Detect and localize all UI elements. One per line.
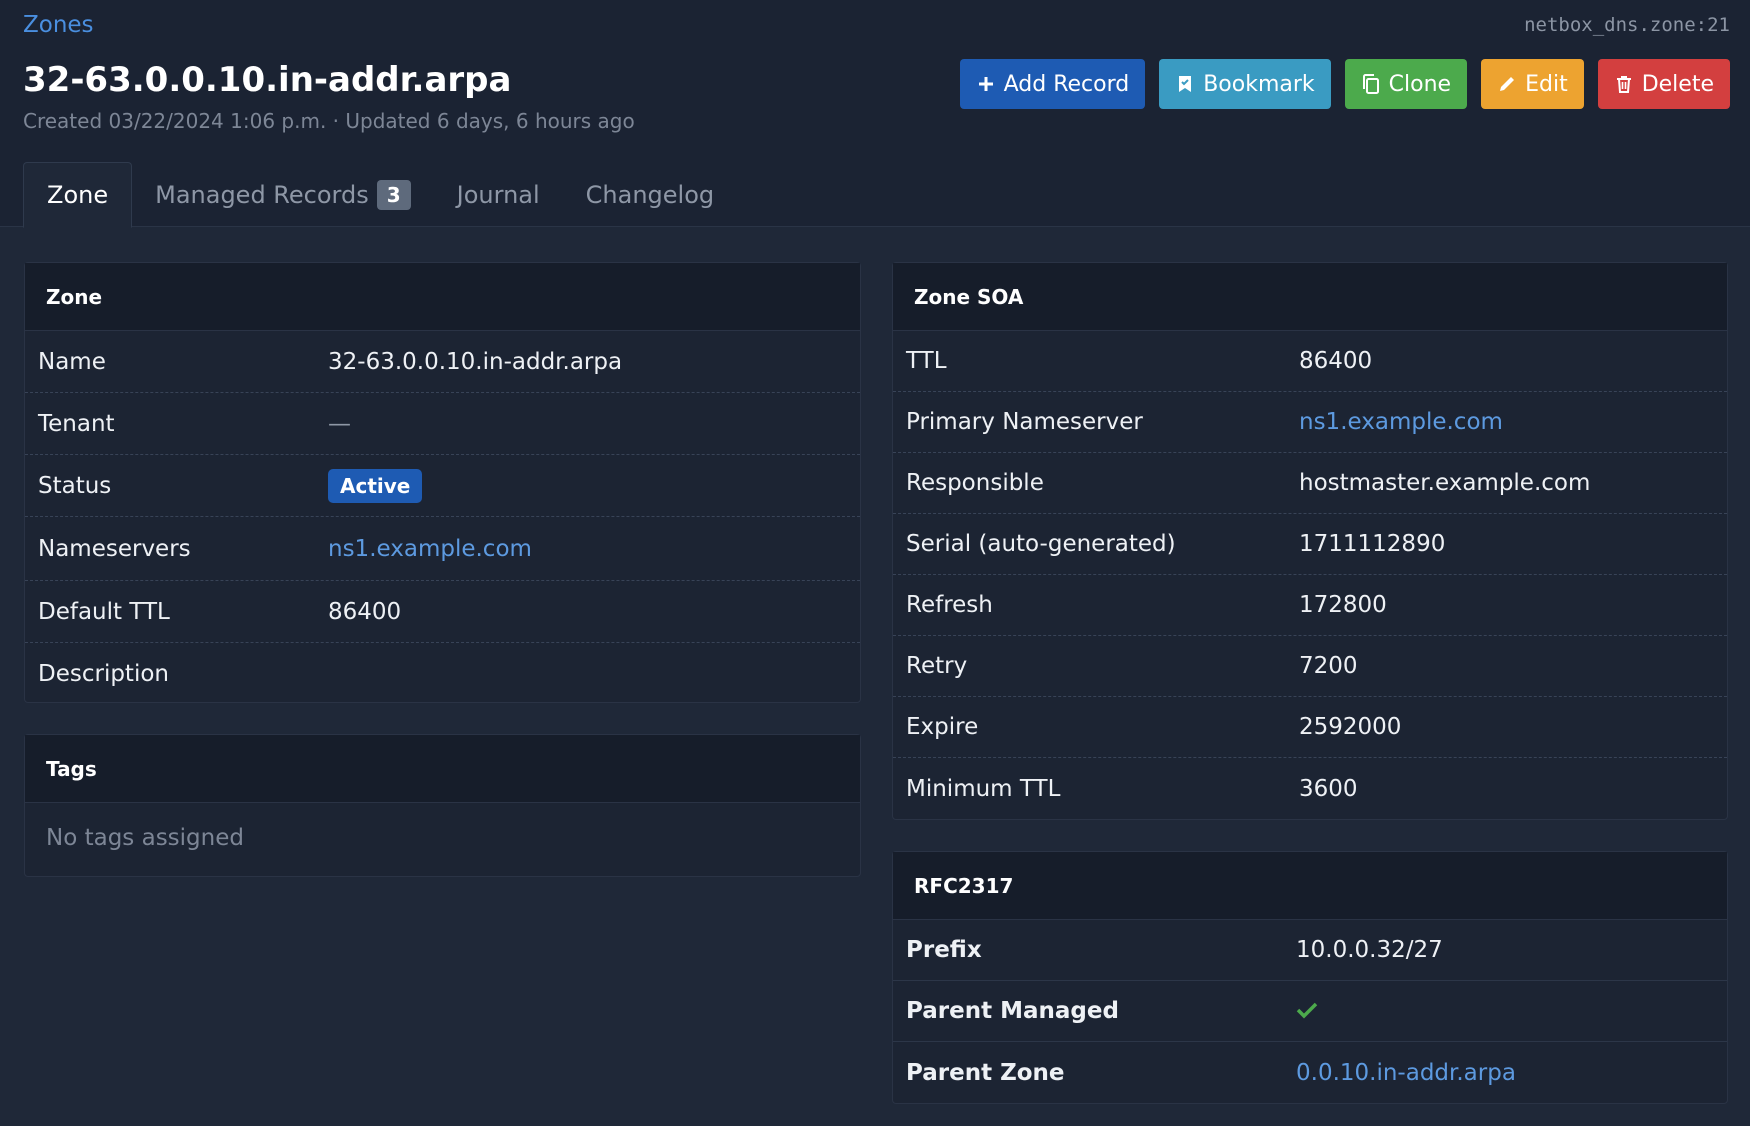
serial-value: 1711112890 xyxy=(1299,531,1446,557)
tenant-value: — xyxy=(328,410,351,437)
soa-row-retry: Retry 7200 xyxy=(893,636,1727,697)
name-value: 32-63.0.0.10.in-addr.arpa xyxy=(328,348,623,375)
rfc2317-card: RFC2317 Prefix 10.0.0.32/27 Parent Manag… xyxy=(892,851,1728,1104)
refresh-value: 172800 xyxy=(1299,592,1387,618)
page-header: Zones netbox_dns.zone:21 32-63.0.0.10.in… xyxy=(0,0,1750,228)
bookmark-button[interactable]: Bookmark xyxy=(1159,59,1331,109)
edit-button[interactable]: Edit xyxy=(1481,59,1584,109)
zone-row-tenant: Tenant — xyxy=(25,393,860,455)
soa-row-serial: Serial (auto-generated) 1711112890 xyxy=(893,514,1727,575)
zone-row-default-ttl: Default TTL 86400 xyxy=(25,581,860,643)
zone-row-nameservers: Nameservers ns1.example.com xyxy=(25,517,860,581)
expire-value: 2592000 xyxy=(1299,714,1402,740)
delete-label: Delete xyxy=(1641,71,1714,97)
tenant-label: Tenant xyxy=(38,410,115,437)
bookmark-icon xyxy=(1175,74,1195,94)
no-tags-text: No tags assigned xyxy=(46,825,244,851)
soa-row-minimum-ttl: Minimum TTL 3600 xyxy=(893,758,1727,819)
retry-value: 7200 xyxy=(1299,653,1358,679)
ttl-value: 86400 xyxy=(1299,348,1373,374)
serial-label: Serial (auto-generated) xyxy=(906,531,1176,557)
rfc2317-card-title: RFC2317 xyxy=(893,852,1727,920)
primary-nameserver-link[interactable]: ns1.example.com xyxy=(1299,409,1503,435)
soa-row-refresh: Refresh 172800 xyxy=(893,575,1727,636)
parent-zone-label: Parent Zone xyxy=(906,1059,1065,1086)
soa-row-responsible: Responsible hostmaster.example.com xyxy=(893,453,1727,514)
clone-label: Clone xyxy=(1388,71,1452,97)
zone-row-description: Description xyxy=(25,643,860,704)
tab-journal[interactable]: Journal xyxy=(434,162,563,227)
responsible-value: hostmaster.example.com xyxy=(1299,470,1591,496)
zone-row-name: Name 32-63.0.0.10.in-addr.arpa xyxy=(25,331,860,393)
responsible-label: Responsible xyxy=(906,470,1044,496)
page-title: 32-63.0.0.10.in-addr.arpa xyxy=(23,60,512,100)
zone-soa-card-title: Zone SOA xyxy=(893,263,1727,331)
expire-label: Expire xyxy=(906,714,979,740)
soa-row-ttl: TTL 86400 xyxy=(893,331,1727,392)
plus-icon xyxy=(976,74,996,94)
soa-row-primary-nameserver: Primary Nameserver ns1.example.com xyxy=(893,392,1727,453)
rfc-row-parent-zone: Parent Zone 0.0.10.in-addr.arpa xyxy=(893,1042,1727,1103)
name-label: Name xyxy=(38,348,106,375)
zone-card-title: Zone xyxy=(25,263,860,331)
status-badge: Active xyxy=(328,468,423,503)
refresh-label: Refresh xyxy=(906,592,993,618)
managed-records-count-badge: 3 xyxy=(376,179,411,210)
edit-label: Edit xyxy=(1525,71,1568,97)
default-ttl-label: Default TTL xyxy=(38,598,170,625)
nameserver-link[interactable]: ns1.example.com xyxy=(328,536,532,562)
prefix-label: Prefix xyxy=(906,937,982,963)
rfc-row-prefix: Prefix 10.0.0.32/27 xyxy=(893,920,1727,981)
tab-zone[interactable]: Zone xyxy=(23,162,133,228)
rfc-row-parent-managed: Parent Managed xyxy=(893,981,1727,1042)
clone-button[interactable]: Clone xyxy=(1344,59,1468,109)
tags-card-title: Tags xyxy=(25,735,860,803)
action-buttons: Add Record Bookmark Clone Edit Delete xyxy=(959,59,1730,109)
checkmark-icon xyxy=(1296,996,1318,1026)
zone-row-status: Status Active xyxy=(25,455,860,517)
parent-zone-link[interactable]: 0.0.10.in-addr.arpa xyxy=(1296,1060,1516,1086)
pencil-icon xyxy=(1497,74,1517,94)
tab-bar: Zone Managed Records 3 Journal Changelog xyxy=(23,162,737,228)
parent-managed-label: Parent Managed xyxy=(906,998,1119,1024)
trash-icon xyxy=(1614,74,1634,94)
primary-nameserver-label: Primary Nameserver xyxy=(906,409,1143,435)
tab-changelog[interactable]: Changelog xyxy=(563,162,737,227)
zone-soa-card: Zone SOA TTL 86400 Primary Nameserver ns… xyxy=(892,262,1728,820)
ttl-label: TTL xyxy=(906,348,947,374)
copy-icon xyxy=(1361,74,1381,94)
description-label: Description xyxy=(38,660,169,687)
add-record-label: Add Record xyxy=(1003,71,1130,97)
tags-card: Tags No tags assigned xyxy=(24,734,861,877)
minimum-ttl-value: 3600 xyxy=(1299,775,1358,802)
status-label: Status xyxy=(38,472,112,499)
breadcrumb-zones[interactable]: Zones xyxy=(23,12,94,38)
created-updated-meta: Created 03/22/2024 1:06 p.m. · Updated 6… xyxy=(23,109,635,133)
prefix-value: 10.0.0.32/27 xyxy=(1296,937,1443,963)
object-id: netbox_dns.zone:21 xyxy=(1524,14,1730,36)
tab-managed-records[interactable]: Managed Records 3 xyxy=(132,162,434,227)
nameservers-label: Nameservers xyxy=(38,535,191,562)
soa-row-expire: Expire 2592000 xyxy=(893,697,1727,758)
zone-card: Zone Name 32-63.0.0.10.in-addr.arpa Tena… xyxy=(24,262,861,703)
minimum-ttl-label: Minimum TTL xyxy=(906,775,1061,802)
tab-managed-records-label: Managed Records xyxy=(155,180,369,209)
bookmark-label: Bookmark xyxy=(1203,71,1315,97)
add-record-button[interactable]: Add Record xyxy=(959,59,1146,109)
delete-button[interactable]: Delete xyxy=(1597,59,1730,109)
default-ttl-value: 86400 xyxy=(328,598,402,625)
retry-label: Retry xyxy=(906,653,968,679)
